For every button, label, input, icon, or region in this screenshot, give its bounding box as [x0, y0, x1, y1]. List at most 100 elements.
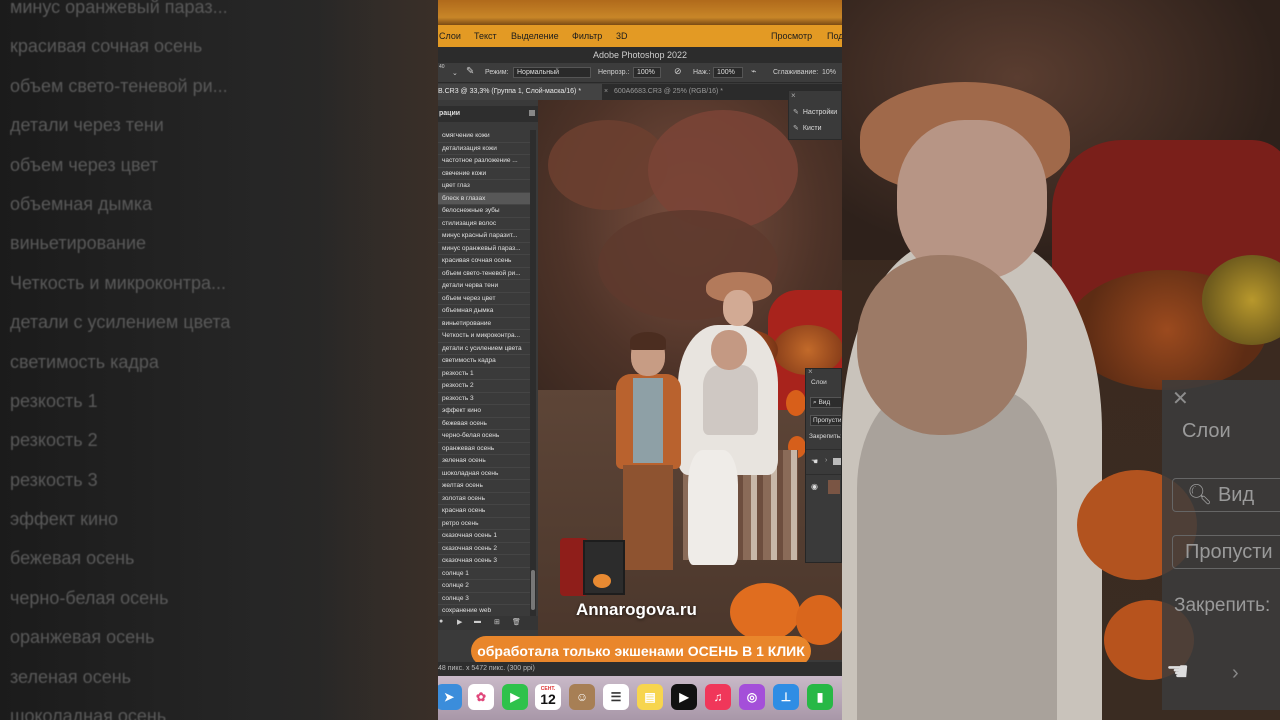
brush-settings-panel: × ✎ Настройки ✎ Кисти — [788, 90, 842, 140]
action-item[interactable]: свечение кожи — [438, 168, 530, 180]
panel-title[interactable]: рации — [438, 110, 460, 117]
action-item[interactable]: резкость 3 — [438, 393, 530, 405]
action-item[interactable]: черно-белая осень — [438, 430, 530, 443]
play-icon[interactable]: ▶ — [457, 618, 462, 626]
action-item[interactable]: детали с усилением цвета — [438, 343, 530, 355]
action-item[interactable]: минус оранжевый параз... — [438, 243, 530, 255]
smoothing-field[interactable]: 10% — [822, 69, 836, 76]
trash-icon[interactable]: 🗑︎ — [512, 618, 521, 626]
action-item[interactable]: детализация кожи — [438, 143, 530, 155]
menu-select[interactable]: Выделение — [511, 31, 559, 41]
folder-icon[interactable]: ▬ — [474, 618, 481, 625]
action-item[interactable]: резкость 1 — [438, 368, 530, 380]
layer-group-row[interactable]: ☚ › — [806, 449, 841, 473]
action-item[interactable]: объем через цвет — [438, 293, 530, 305]
blurred-action-item: объемная дымка — [10, 193, 153, 214]
action-item[interactable]: резкость 2 — [438, 380, 530, 393]
tab-label: 600A6683.CR3 @ 25% (RGB/16) * — [613, 88, 723, 95]
action-item[interactable]: золотая осень — [438, 493, 530, 505]
keynote-icon[interactable]: ⊥ — [773, 684, 799, 710]
brushes-item[interactable]: ✎ Кисти — [793, 123, 821, 135]
menu-view[interactable]: Просмотр — [771, 31, 812, 41]
facetime-icon[interactable]: ▶ — [502, 684, 528, 710]
canvas-photo[interactable]: Annarogova.ru — [538, 100, 842, 660]
action-item[interactable]: блеск в глазах — [438, 192, 530, 205]
brush-size[interactable]: 40 — [439, 64, 445, 70]
chevron-right-icon[interactable]: › — [825, 457, 827, 464]
action-item[interactable]: шоколадная осень — [438, 468, 530, 480]
layers-title[interactable]: Слои — [811, 379, 827, 386]
pressure-field[interactable]: 100% — [713, 67, 743, 78]
action-item[interactable]: сказочная осень 3 — [438, 555, 530, 568]
record-icon[interactable]: ● — [439, 618, 443, 625]
opacity-field[interactable]: 100% — [633, 67, 661, 78]
airbrush-icon[interactable]: ⌁ — [751, 66, 756, 77]
mode-select[interactable]: Нормальный — [513, 67, 591, 78]
new-action-icon[interactable]: ⊞ — [494, 618, 500, 626]
menu-layers[interactable]: Слои — [439, 31, 461, 41]
action-item[interactable]: смягчение кожи — [438, 130, 530, 143]
maps-icon[interactable]: ➤ — [438, 684, 462, 710]
action-item[interactable]: солнце 1 — [438, 568, 530, 580]
close-icon[interactable]: × — [791, 91, 796, 100]
scrollbar-thumb[interactable] — [531, 570, 535, 610]
photos-icon[interactable]: ✿ — [468, 684, 494, 710]
panel-menu-icon[interactable] — [529, 110, 535, 116]
blend-mode-select[interactable]: Пропусти — [810, 415, 841, 426]
filter-label: Вид — [1217, 484, 1255, 506]
action-item[interactable]: виньетирование — [438, 318, 530, 330]
action-item[interactable]: зеленая осень — [438, 455, 530, 468]
blurred-action-item: виньетирование — [10, 233, 147, 254]
action-item[interactable]: красивая сочная осень — [438, 255, 530, 268]
action-item[interactable]: ретро осень — [438, 518, 530, 530]
action-item[interactable]: стилизация волос — [438, 218, 530, 230]
action-item[interactable]: частотное разложение ... — [438, 155, 530, 168]
notes-icon[interactable]: ▤ — [637, 684, 663, 710]
close-icon[interactable]: × — [604, 88, 608, 95]
brush-panel-icon[interactable]: ✎ — [466, 66, 474, 77]
action-item[interactable]: минус красный паразит... — [438, 230, 530, 243]
pumpkin — [786, 390, 806, 416]
blurred-action-item: резкость 2 — [10, 430, 98, 451]
action-item[interactable]: белоснежные зубы — [438, 205, 530, 218]
window-title: Adobe Photoshop 2022 — [438, 47, 842, 63]
chevron-down-icon[interactable]: ⌄ — [452, 69, 458, 77]
action-item[interactable]: солнце 3 — [438, 593, 530, 605]
pressure-opacity-icon[interactable]: ⊘ — [674, 66, 682, 77]
close-icon[interactable]: × — [808, 369, 813, 376]
opacity-label: Непрозр.: — [598, 69, 630, 76]
action-item[interactable]: красная осень — [438, 505, 530, 518]
action-item[interactable]: объемная дымка — [438, 305, 530, 318]
action-item[interactable]: цвет глаз — [438, 180, 530, 193]
action-item[interactable]: светимость кадра — [438, 355, 530, 368]
action-item[interactable]: детали черва тени — [438, 280, 530, 293]
action-item[interactable]: сказочная осень 2 — [438, 543, 530, 555]
appletv-icon[interactable]: ▶ — [671, 684, 697, 710]
action-item[interactable]: бежевая осень — [438, 418, 530, 430]
menu-window[interactable]: Под — [827, 31, 842, 41]
tab-active-document[interactable]: B.CR3 @ 33,3% (Группа 1, Слой-маска/16) … — [438, 84, 602, 100]
contacts-icon[interactable]: ☺ — [569, 684, 595, 710]
layer-filter-field[interactable]: ⌕ Вид — [810, 397, 841, 408]
blurred-action-item: детали с усилением цвета — [10, 312, 231, 333]
action-item[interactable]: объем свето-теневой ри... — [438, 268, 530, 280]
action-item[interactable]: желтая осень — [438, 480, 530, 493]
action-item[interactable]: солнце 2 — [438, 580, 530, 593]
action-item[interactable]: оранжевая осень — [438, 443, 530, 455]
podcasts-icon[interactable]: ◎ — [739, 684, 765, 710]
tab-second-document[interactable]: × 600A6683.CR3 @ 25% (RGB/16) * — [604, 84, 723, 100]
layer-row[interactable]: ◉ — [806, 474, 841, 498]
brush-settings-item[interactable]: ✎ Настройки — [793, 107, 837, 119]
action-item[interactable]: Четкость и микроконтра... — [438, 330, 530, 343]
calendar-icon[interactable]: СЕНТ. 12 — [535, 684, 561, 710]
menu-3d[interactable]: 3D — [616, 31, 628, 41]
music-icon[interactable]: ♫ — [705, 684, 731, 710]
reminders-icon[interactable]: ☰ — [603, 684, 629, 710]
menu-text[interactable]: Текст — [474, 31, 497, 41]
action-item[interactable]: эффект кино — [438, 405, 530, 418]
eye-icon[interactable]: ◉ — [811, 482, 818, 491]
menu-filter[interactable]: Фильтр — [572, 31, 602, 41]
numbers-icon[interactable]: ▮ — [807, 684, 833, 710]
action-item[interactable]: сказочная осень 1 — [438, 530, 530, 543]
scrollbar[interactable] — [530, 130, 536, 616]
